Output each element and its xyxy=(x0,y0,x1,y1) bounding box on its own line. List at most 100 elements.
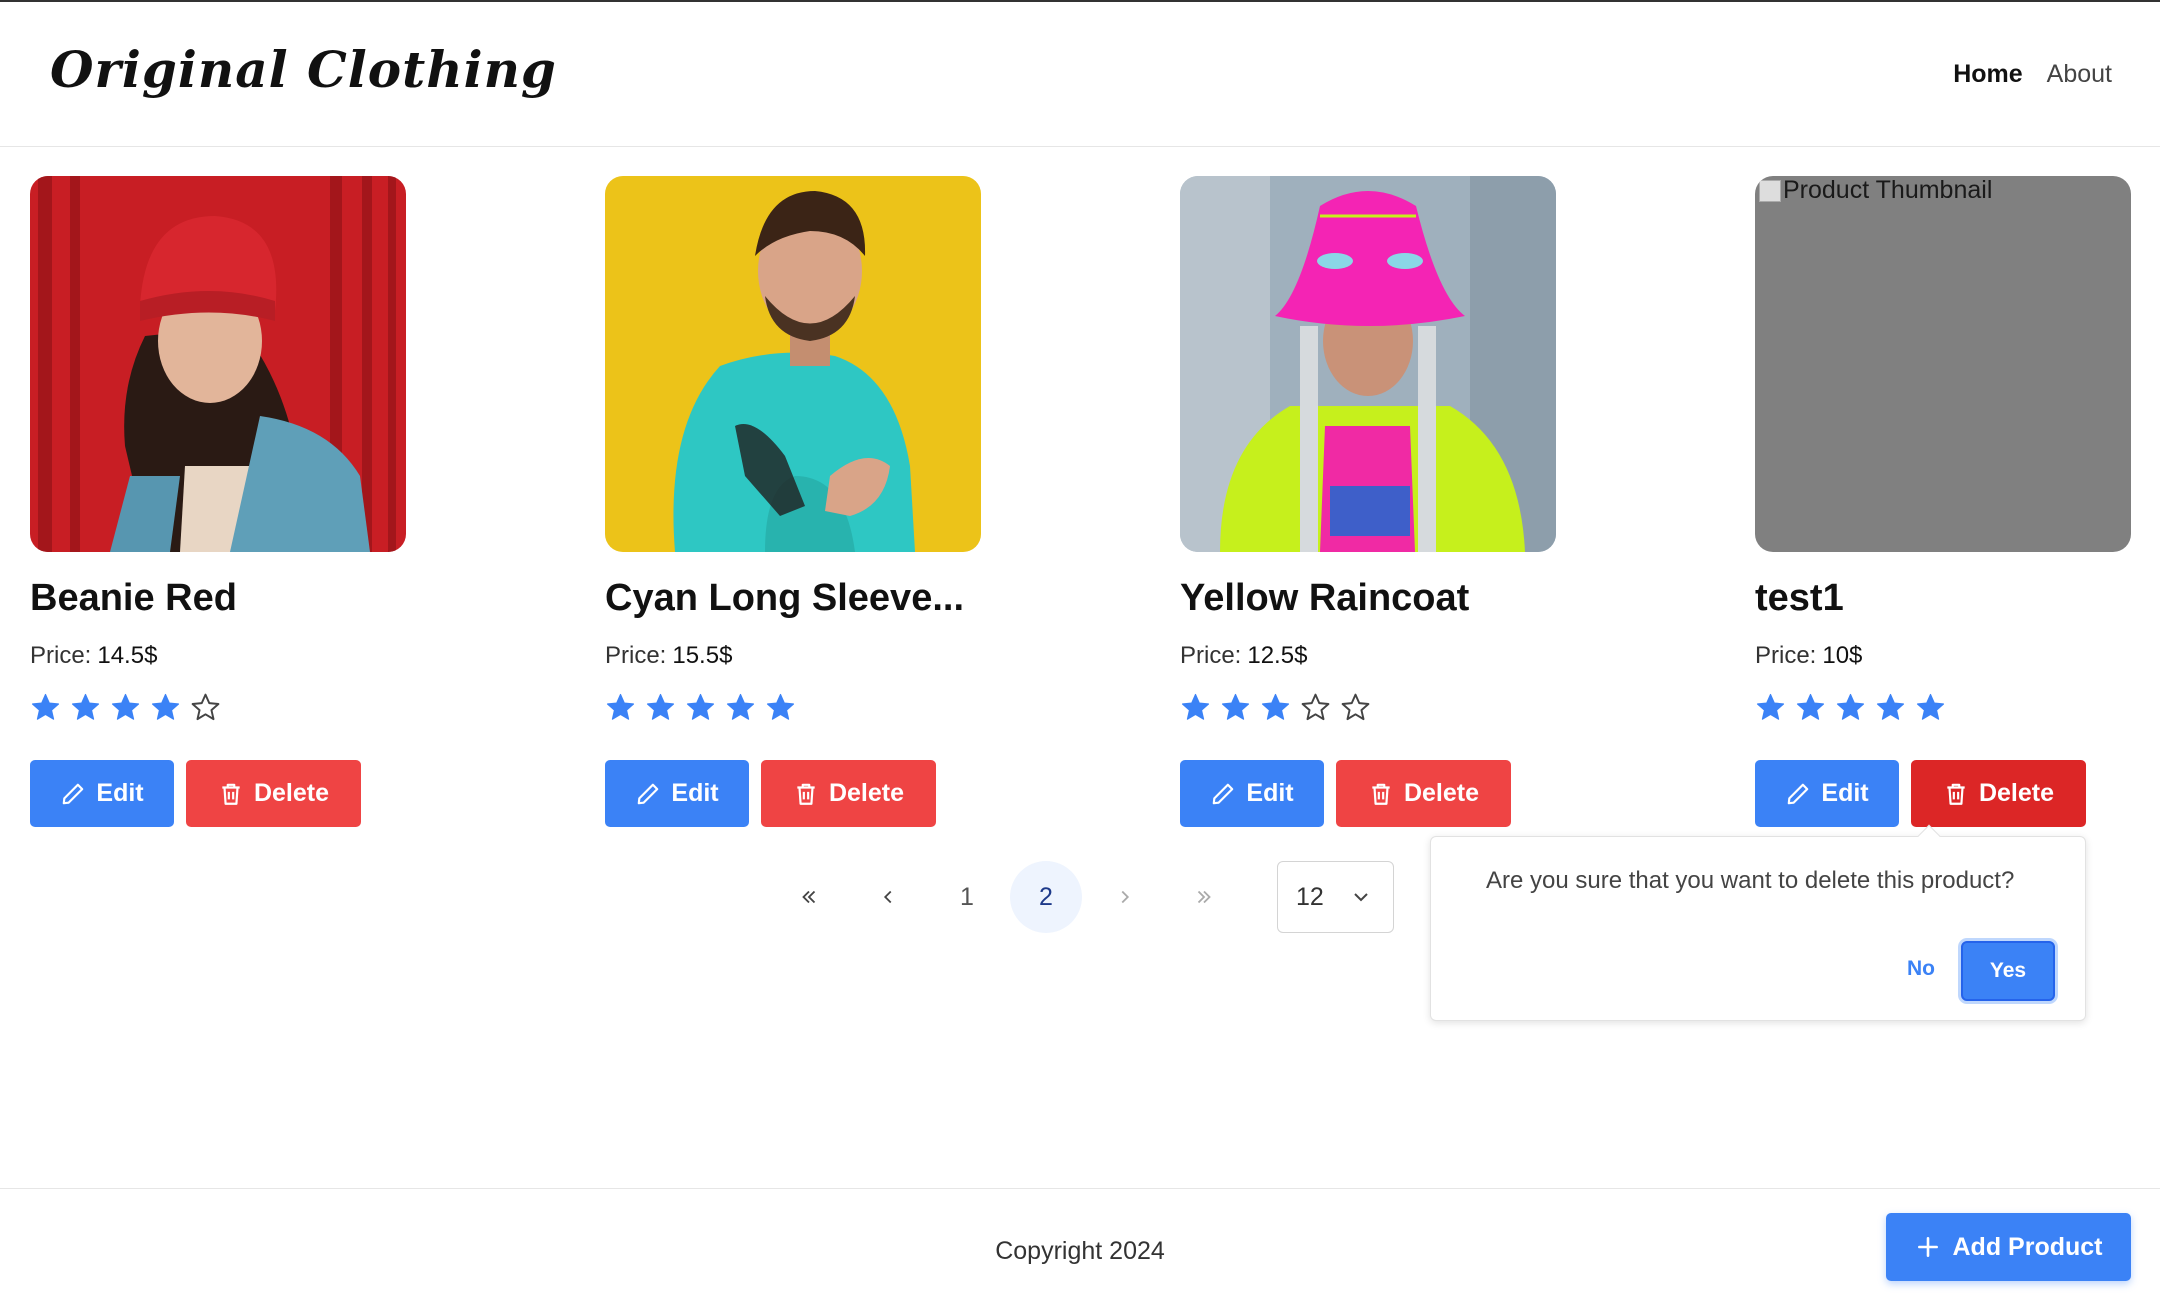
product-card: Beanie Red Price: 14.5$ Edit Delete xyxy=(30,176,406,827)
copyright-text: Copyright 2024 xyxy=(995,1237,1165,1265)
price-value: 15.5$ xyxy=(672,642,733,669)
delete-button-label: Delete xyxy=(828,779,905,807)
rating-stars xyxy=(1180,692,1556,724)
star-filled-icon xyxy=(31,693,60,720)
page-button-1[interactable]: 1 xyxy=(931,861,1003,933)
star-filled-icon xyxy=(1836,693,1865,720)
add-product-label: Add Product xyxy=(1952,1232,2103,1261)
double-chevron-left-icon xyxy=(802,890,816,904)
delete-button[interactable]: Delete xyxy=(1911,760,2086,827)
rating-stars xyxy=(605,692,981,724)
product-thumbnail-broken: Product Thumbnail xyxy=(1755,176,2131,552)
chevron-right-icon xyxy=(1121,890,1130,904)
star-filled-icon xyxy=(1916,693,1945,720)
product-thumbnail xyxy=(1180,176,1556,552)
edit-button[interactable]: Edit xyxy=(1180,760,1324,827)
pencil-icon xyxy=(63,783,84,804)
trash-icon xyxy=(1947,783,1965,805)
confirm-yes-button[interactable]: Yes xyxy=(1961,941,2055,1001)
edit-button-label: Edit xyxy=(1246,779,1294,807)
delete-confirm-popover: Are you sure that you want to delete thi… xyxy=(1430,824,2086,1021)
popover-arrow xyxy=(1917,824,1941,848)
product-price: Price: 10$ xyxy=(1755,642,2131,670)
confirm-no-button[interactable]: No xyxy=(1881,941,1961,997)
star-filled-icon xyxy=(71,693,100,720)
delete-button-label: Delete xyxy=(253,779,330,807)
pencil-icon xyxy=(638,783,659,804)
prev-page-button[interactable] xyxy=(852,861,924,933)
star-empty-icon xyxy=(191,693,220,721)
star-filled-icon xyxy=(1756,693,1785,720)
delete-button-label: Delete xyxy=(1978,779,2055,807)
plus-icon xyxy=(1917,1237,1938,1257)
thumbnail-alt-label: Product Thumbnail xyxy=(1783,176,1993,204)
price-label: Price: xyxy=(605,642,667,669)
rating-stars xyxy=(1755,692,2131,724)
product-name[interactable]: Cyan Long Sleeve... xyxy=(605,577,981,620)
per-page-value: 12 xyxy=(1296,882,1324,911)
product-name[interactable]: Yellow Raincoat xyxy=(1180,577,1556,620)
edit-button-label: Edit xyxy=(671,779,719,807)
star-filled-icon xyxy=(1261,693,1290,720)
add-product-button[interactable]: Add Product xyxy=(1886,1213,2131,1281)
footer: Copyright 2024 Add Product xyxy=(0,1188,2160,1309)
delete-button[interactable]: Delete xyxy=(186,760,361,827)
star-filled-icon xyxy=(111,693,140,720)
product-card: Cyan Long Sleeve... Price: 15.5$ Edit Del… xyxy=(605,176,981,827)
brand-logo[interactable]: Original Clothing xyxy=(50,40,557,99)
per-page-select[interactable]: 12 xyxy=(1277,861,1394,933)
chevron-left-icon xyxy=(883,890,892,904)
trash-icon xyxy=(222,783,240,805)
star-empty-icon xyxy=(1341,693,1370,721)
product-price: Price: 15.5$ xyxy=(605,642,981,670)
star-empty-icon xyxy=(1301,693,1330,721)
edit-button-label: Edit xyxy=(1821,779,1869,807)
product-card: Yellow Raincoat Price: 12.5$ Edit Delete xyxy=(1180,176,1556,827)
star-filled-icon xyxy=(766,693,795,720)
header: Original Clothing Home About xyxy=(0,2,2160,147)
edit-button[interactable]: Edit xyxy=(1755,760,1899,827)
edit-button-label: Edit xyxy=(96,779,144,807)
star-filled-icon xyxy=(1796,693,1825,720)
confirm-message: Are you sure that you want to delete thi… xyxy=(1486,867,2015,894)
next-page-button[interactable] xyxy=(1089,861,1161,933)
product-name[interactable]: test1 xyxy=(1755,577,2131,620)
edit-button[interactable]: Edit xyxy=(30,760,174,827)
trash-icon xyxy=(797,783,815,805)
page-button-2[interactable]: 2 xyxy=(1010,861,1082,933)
star-filled-icon xyxy=(1221,693,1250,720)
price-label: Price: xyxy=(1755,642,1817,669)
star-filled-icon xyxy=(1876,693,1905,720)
rating-stars xyxy=(30,692,406,724)
product-price: Price: 14.5$ xyxy=(30,642,406,670)
price-value: 14.5$ xyxy=(97,642,158,669)
trash-icon xyxy=(1372,783,1390,805)
product-price: Price: 12.5$ xyxy=(1180,642,1556,670)
product-name[interactable]: Beanie Red xyxy=(30,577,406,620)
pencil-icon xyxy=(1788,783,1809,804)
price-value: 10$ xyxy=(1822,642,1863,669)
product-card: Product Thumbnail test1 Price: 10$ Edit D… xyxy=(1755,176,2131,827)
product-thumbnail xyxy=(30,176,406,552)
star-filled-icon xyxy=(686,693,715,720)
chevron-down-icon xyxy=(1354,893,1368,902)
product-thumbnail xyxy=(605,176,981,552)
main-nav: Home About xyxy=(1953,60,2112,89)
last-page-button[interactable] xyxy=(1168,861,1240,933)
star-filled-icon xyxy=(1181,693,1210,720)
nav-home-link[interactable]: Home xyxy=(1953,60,2022,89)
edit-button[interactable]: Edit xyxy=(605,760,749,827)
broken-image-icon xyxy=(1759,179,1781,202)
thumbnail-alt-text: Product Thumbnail xyxy=(1759,176,1992,205)
delete-button-label: Delete xyxy=(1403,779,1480,807)
delete-button[interactable]: Delete xyxy=(1336,760,1511,827)
star-filled-icon xyxy=(646,693,675,720)
nav-about-link[interactable]: About xyxy=(2047,60,2112,89)
pagination: 1 2 12 xyxy=(773,860,1394,934)
first-page-button[interactable] xyxy=(773,861,845,933)
double-chevron-right-icon xyxy=(1197,890,1211,904)
delete-button[interactable]: Delete xyxy=(761,760,936,827)
star-filled-icon xyxy=(151,693,180,720)
star-filled-icon xyxy=(606,693,635,720)
star-filled-icon xyxy=(726,693,755,720)
